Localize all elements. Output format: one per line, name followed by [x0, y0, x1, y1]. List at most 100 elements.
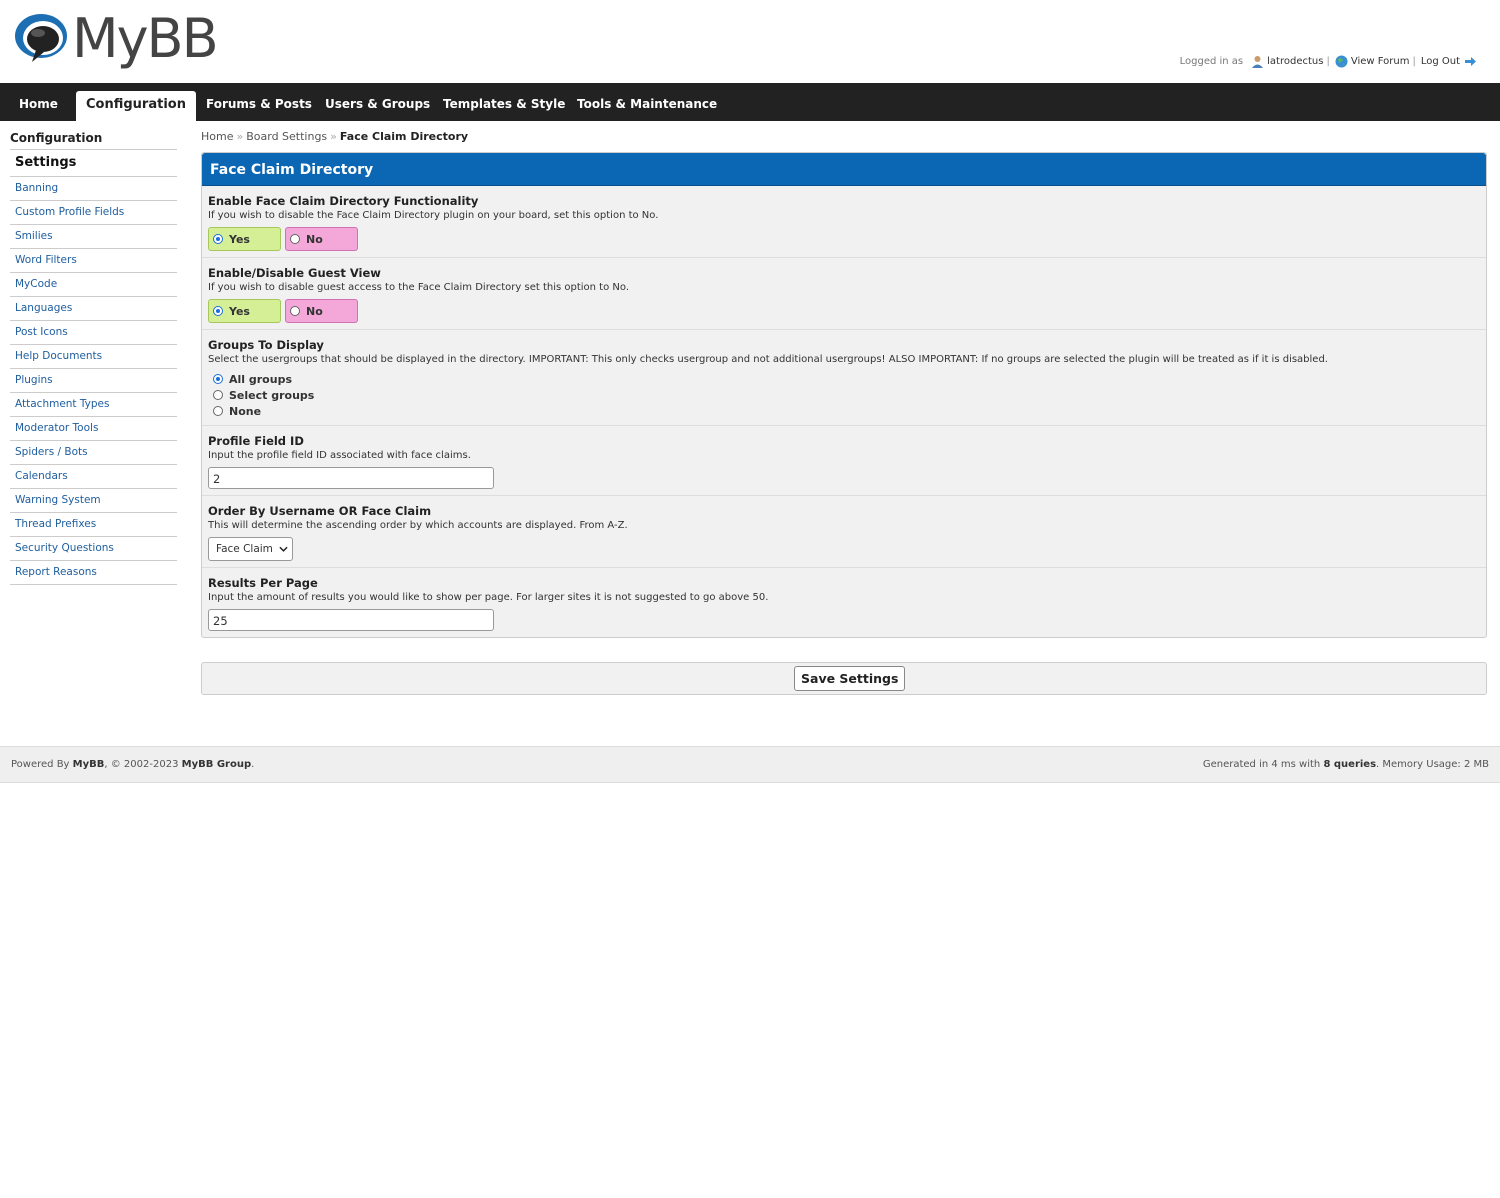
radio-unchecked-icon[interactable] [290, 306, 300, 316]
yes-no-toggle: Yes No [208, 227, 1480, 251]
sidebar-item-post-icons[interactable]: Post Icons [10, 321, 177, 345]
footer: Powered By MyBB, © 2002-2023 MyBB Group.… [0, 746, 1500, 783]
breadcrumb-separator: » [236, 130, 244, 143]
setting-label: Enable/Disable Guest View [208, 266, 381, 280]
tab-home[interactable]: Home [19, 83, 58, 121]
logged-in-label: Logged in as [1179, 56, 1244, 67]
results-per-page-input[interactable]: 25 [208, 609, 494, 631]
view-forum-link[interactable]: View Forum [1335, 55, 1410, 68]
sidebar-item-spiders-bots[interactable]: Spiders / Bots [10, 441, 177, 465]
tab-tools-maintenance[interactable]: Tools & Maintenance [577, 83, 717, 121]
group-option-none[interactable]: None [208, 403, 1480, 419]
header: MyBB Logged in as latrodectus | View For… [0, 0, 1500, 83]
user-icon [1252, 56, 1264, 68]
breadcrumb-current: Face Claim Directory [339, 130, 469, 143]
radio-unchecked-icon[interactable] [213, 406, 223, 416]
enable-no-option[interactable]: No [285, 227, 358, 251]
groups-radio-list: All groups Select groups None [208, 371, 1480, 419]
radio-checked-icon[interactable] [213, 234, 223, 244]
group-option-all[interactable]: All groups [208, 371, 1480, 387]
setting-description: Select the usergroups that should be dis… [208, 354, 1328, 365]
footer-generated: Generated in 4 ms with 8 queries. Memory… [1203, 759, 1489, 770]
sidebar-item-security-questions[interactable]: Security Questions [10, 537, 177, 561]
select-value: Face Claim [216, 543, 273, 555]
footer-text: , © 2002-2023 [104, 759, 179, 770]
setting-description: This will determine the ascending order … [208, 520, 628, 531]
tab-label: Forums & Posts [206, 97, 312, 111]
sidebar-item-word-filters[interactable]: Word Filters [10, 249, 177, 273]
logout-arrow-icon [1465, 57, 1476, 66]
mybb-link[interactable]: MyBB [73, 759, 105, 770]
setting-label: Results Per Page [208, 576, 318, 590]
sidebar-item-attachment-types[interactable]: Attachment Types [10, 393, 177, 417]
option-label: Yes [229, 304, 250, 318]
sidebar-item-plugins[interactable]: Plugins [10, 369, 177, 393]
option-label: None [229, 404, 262, 418]
breadcrumb: Home» Board Settings» Face Claim Directory [201, 130, 468, 143]
setting-groups: Groups To Display Select the usergroups … [202, 330, 1486, 426]
radio-checked-icon[interactable] [213, 374, 223, 384]
radio-unchecked-icon[interactable] [290, 234, 300, 244]
save-bar: Save Settings [201, 662, 1487, 695]
tab-users-groups[interactable]: Users & Groups [325, 83, 430, 121]
setting-description: Input the amount of results you would li… [208, 592, 769, 603]
guest-yes-option[interactable]: Yes [208, 299, 281, 323]
sidebar-item-thread-prefixes[interactable]: Thread Prefixes [10, 513, 177, 537]
footer-queries: 8 queries [1323, 759, 1377, 770]
save-settings-button[interactable]: Save Settings [794, 666, 906, 691]
panel-title: Face Claim Directory [202, 153, 1486, 186]
username: latrodectus [1267, 56, 1324, 67]
tab-configuration[interactable]: Configuration [76, 91, 196, 121]
setting-description: Input the profile field ID associated wi… [208, 450, 471, 461]
sidebar-item-help-documents[interactable]: Help Documents [10, 345, 177, 369]
sidebar-item-calendars[interactable]: Calendars [10, 465, 177, 489]
username-link[interactable]: latrodectus [1251, 55, 1323, 68]
sidebar-item-warning-system[interactable]: Warning System [10, 489, 177, 513]
settings-panel: Face Claim Directory Enable Face Claim D… [201, 152, 1487, 638]
guest-no-option[interactable]: No [285, 299, 358, 323]
breadcrumb-separator: » [330, 130, 337, 143]
option-label: Select groups [229, 388, 315, 402]
tab-label: Users & Groups [325, 97, 431, 111]
view-forum-label: View Forum [1350, 56, 1410, 67]
footer-text: Generated in 4 ms with [1202, 759, 1321, 770]
setting-label: Enable Face Claim Directory Functionalit… [208, 194, 479, 208]
log-out-link[interactable]: Log Out [1421, 55, 1480, 68]
sidebar-item-settings[interactable]: Settings [10, 150, 177, 177]
log-out-label: Log Out [1420, 56, 1460, 67]
sidebar-item-languages[interactable]: Languages [10, 297, 177, 321]
option-label: Yes [229, 232, 250, 246]
tab-forums-posts[interactable]: Forums & Posts [206, 83, 312, 121]
mybb-group-link[interactable]: MyBB Group [182, 759, 251, 770]
footer-powered: Powered By MyBB, © 2002-2023 MyBB Group. [11, 759, 255, 770]
sidebar-title: Configuration [10, 130, 177, 150]
setting-description: If you wish to disable the Face Claim Di… [208, 210, 659, 221]
breadcrumb-board-settings[interactable]: Board Settings [246, 130, 327, 143]
footer-text: Powered By [11, 759, 70, 770]
logo-text: MyBB [72, 7, 219, 70]
tab-label: Tools & Maintenance [577, 97, 718, 111]
sidebar-item-custom-profile-fields[interactable]: Custom Profile Fields [10, 201, 177, 225]
breadcrumb-home[interactable]: Home [201, 130, 233, 143]
sidebar-item-moderator-tools[interactable]: Moderator Tools [10, 417, 177, 441]
sidebar-item-smilies[interactable]: Smilies [10, 225, 177, 249]
tab-templates-style[interactable]: Templates & Style [443, 83, 565, 121]
option-label: No [306, 232, 323, 246]
main-nav: Home Configuration Forums & Posts Users … [0, 83, 1500, 121]
tab-label: Home [19, 97, 58, 111]
sidebar-item-report-reasons[interactable]: Report Reasons [10, 561, 177, 585]
order-by-select[interactable]: Face Claim [208, 537, 293, 561]
profile-field-id-input[interactable]: 2 [208, 467, 494, 489]
radio-unchecked-icon[interactable] [213, 390, 223, 400]
tab-label: Configuration [86, 97, 186, 112]
setting-description: If you wish to disable guest access to t… [208, 282, 630, 293]
setting-enable: Enable Face Claim Directory Functionalit… [202, 186, 1486, 258]
sidebar-item-banning[interactable]: Banning [10, 177, 177, 201]
mybb-logo[interactable]: MyBB [14, 7, 219, 70]
enable-yes-option[interactable]: Yes [208, 227, 281, 251]
yes-no-toggle: Yes No [208, 299, 1480, 323]
sidebar-item-mycode[interactable]: MyCode [10, 273, 177, 297]
group-option-select[interactable]: Select groups [208, 387, 1480, 403]
radio-checked-icon[interactable] [213, 306, 223, 316]
separator: | [1412, 56, 1416, 67]
